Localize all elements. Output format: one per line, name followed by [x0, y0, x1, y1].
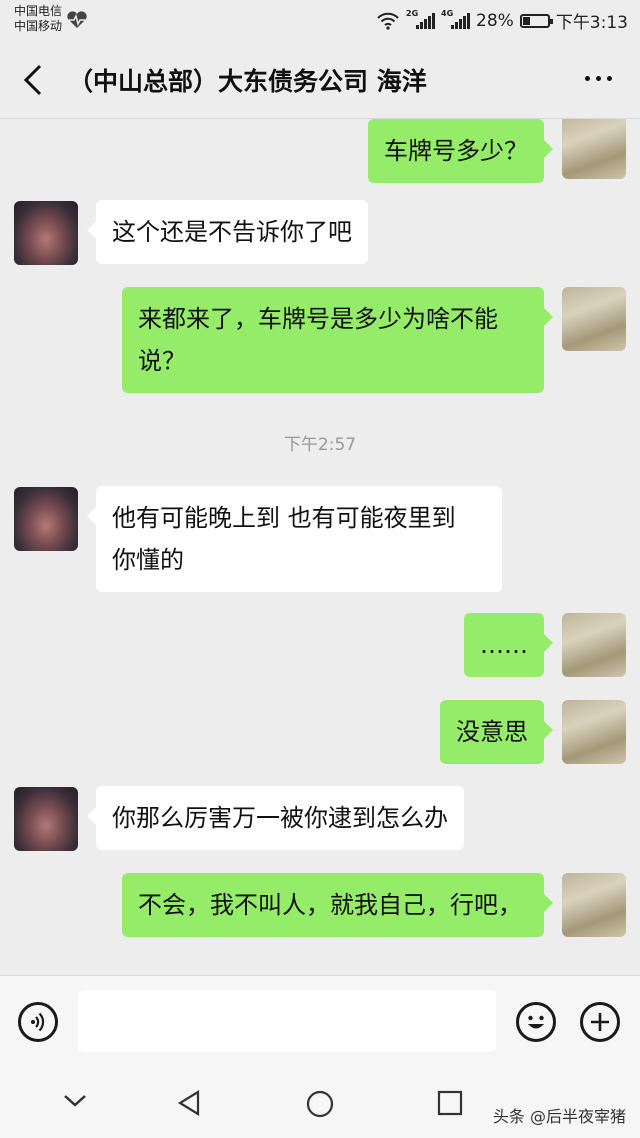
wifi-icon: [377, 12, 399, 30]
chevron-down-icon[interactable]: [62, 1093, 88, 1109]
input-bar: [0, 975, 640, 1066]
message-timestamp: 下午2:57: [283, 435, 357, 455]
message-bubble-sent[interactable]: 没意思: [440, 700, 553, 764]
signal-icon-1: 2G: [406, 9, 436, 29]
nav-recents-icon[interactable]: [437, 1090, 463, 1116]
plus-icon[interactable]: [580, 1002, 620, 1042]
nav-home-icon[interactable]: [305, 1089, 335, 1119]
my-avatar[interactable]: [562, 119, 626, 179]
message-bubble-sent[interactable]: 不会，我不叫人，就我自己，行吧，: [122, 873, 553, 937]
chat-area[interactable]: 车牌号多少？ 这个还是不告诉你了吧 来都来了，车牌号是多少为啥不能说？ 下午2:…: [0, 119, 640, 975]
chat-title: （中山总部）大东债务公司 海洋: [68, 67, 427, 96]
carrier-1: 中国电信: [14, 4, 63, 18]
nav-back-icon[interactable]: [176, 1089, 204, 1117]
message-bubble-sent[interactable]: ……: [464, 613, 553, 677]
my-avatar[interactable]: [562, 700, 626, 764]
status-right: 2G 4G 28% 下午3:13: [376, 8, 628, 33]
net-type-2: 4G: [441, 8, 454, 18]
message-bubble-received[interactable]: 他有可能晚上到 也有可能夜里到 你懂的: [87, 486, 502, 592]
battery-percent: 28%: [476, 10, 514, 31]
contact-avatar[interactable]: [14, 487, 78, 551]
message-bubble-received[interactable]: 这个还是不告诉你了吧: [87, 200, 368, 264]
carrier-2: 中国移动: [14, 19, 63, 33]
message-bubble-sent[interactable]: 车牌号多少？: [368, 119, 553, 183]
clock: 下午3:13: [555, 13, 628, 33]
carrier-labels: 中国电信 中国移动: [14, 4, 62, 34]
more-icon[interactable]: [585, 76, 612, 81]
system-nav-bar: 头条 @后半夜宰猪: [0, 1065, 640, 1138]
battery-level: [522, 16, 531, 25]
my-avatar[interactable]: [562, 613, 626, 677]
voice-icon[interactable]: [18, 1002, 58, 1042]
heartbeat-icon: [67, 11, 87, 28]
watermark: 头条 @后半夜宰猪: [492, 1107, 626, 1126]
battery-icon: [519, 13, 553, 28]
contact-avatar[interactable]: [14, 787, 78, 851]
status-bar: 中国电信 中国移动 2G 4G 28% 下午3:13: [0, 0, 640, 40]
message-bubble-sent[interactable]: 来都来了，车牌号是多少为啥不能说？: [122, 287, 553, 393]
emoji-icon[interactable]: [516, 1002, 556, 1042]
net-type-1: 2G: [406, 8, 419, 18]
back-arrow-icon[interactable]: [20, 62, 50, 98]
message-bubble-received[interactable]: 你那么厉害万一被你逮到怎么办: [87, 786, 464, 850]
contact-avatar[interactable]: [14, 201, 78, 265]
my-avatar[interactable]: [562, 287, 626, 351]
signal-icon-2: 4G: [441, 9, 471, 29]
my-avatar[interactable]: [562, 873, 626, 937]
chat-header: （中山总部）大东债务公司 海洋: [0, 40, 640, 119]
message-input[interactable]: [78, 990, 496, 1052]
